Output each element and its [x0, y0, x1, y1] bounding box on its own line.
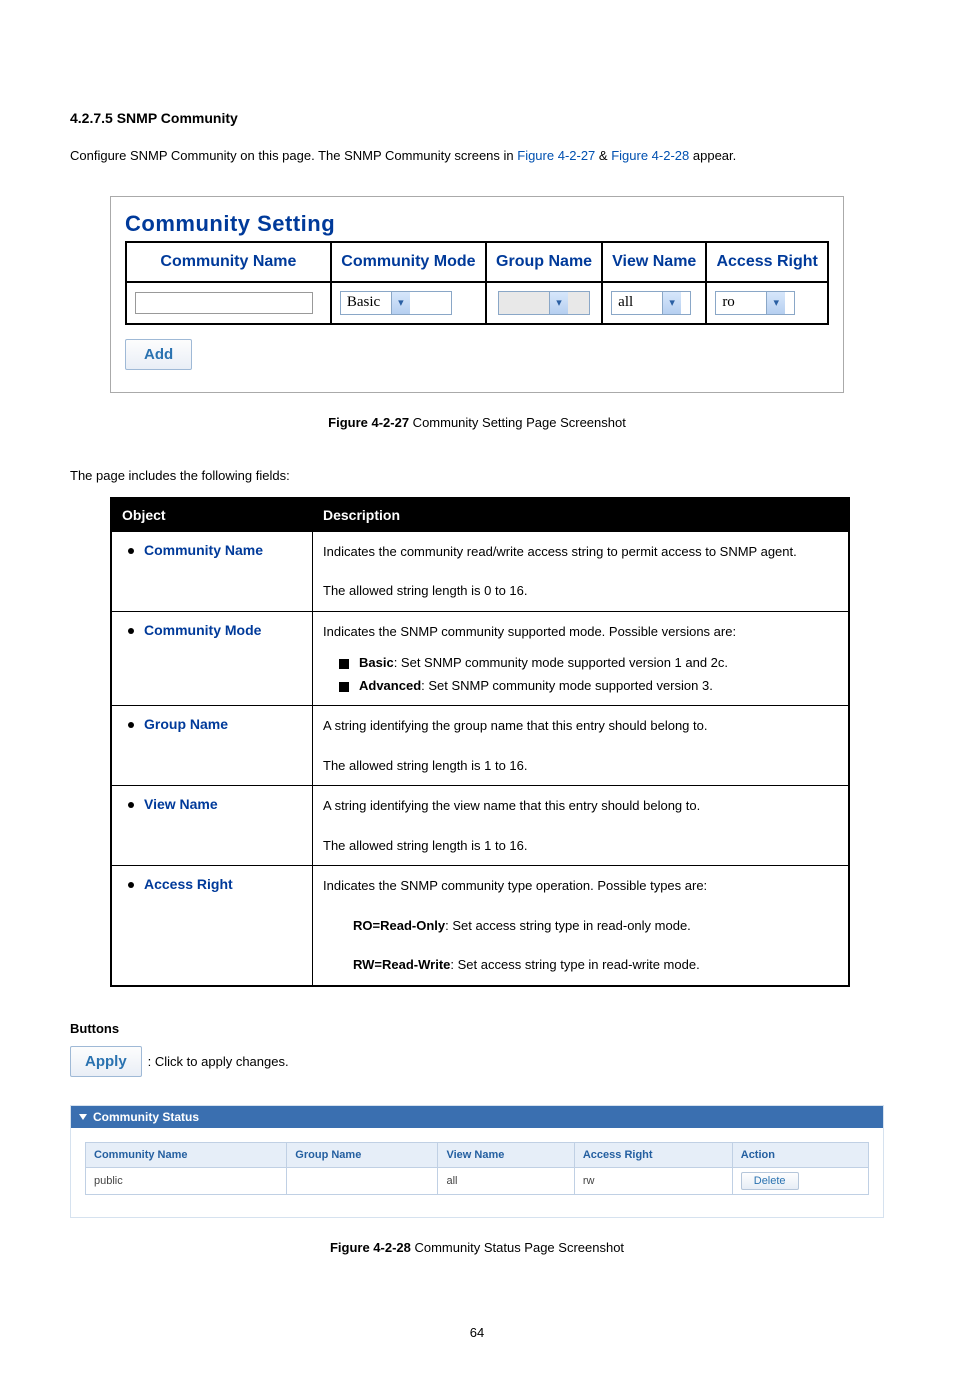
status-panel-header[interactable]: Community Status — [71, 1106, 883, 1128]
apply-desc: : Click to apply changes. — [148, 1054, 289, 1069]
chevron-down-icon: ▾ — [391, 292, 410, 314]
desc-subitem: RO=Read-Only: Set access string type in … — [313, 906, 848, 946]
desc-text: The allowed string length is 1 to 16. — [313, 746, 848, 786]
chevron-down-icon: ▾ — [662, 292, 681, 314]
chevron-down-icon: ▾ — [766, 292, 785, 314]
obj-group-name: Group Name — [112, 706, 312, 742]
view-name-select[interactable]: all ▾ — [611, 291, 691, 315]
community-setting-form-table: Community Name Community Mode Group Name… — [125, 241, 829, 325]
bullet-icon — [128, 882, 134, 888]
desc-text: A string identifying the view name that … — [313, 786, 848, 826]
square-bullet-icon — [339, 682, 349, 692]
square-bullet-icon — [339, 659, 349, 669]
community-status-screenshot: Community Status Community Name Group Na… — [70, 1105, 884, 1218]
intro-text-after: appear. — [693, 148, 736, 163]
cell-group — [287, 1167, 438, 1194]
community-setting-screenshot: Community Setting Community Name Communi… — [110, 196, 844, 393]
desc-subitem: Advanced: Set SNMP community mode suppor… — [313, 674, 848, 705]
community-mode-select[interactable]: Basic ▾ — [340, 291, 452, 315]
community-name-input[interactable] — [135, 292, 313, 314]
desc-text: Indicates the community read/write acces… — [313, 532, 848, 572]
group-name-select[interactable]: ▾ — [498, 291, 590, 315]
fields-lead: The page includes the following fields: — [70, 468, 884, 483]
add-button[interactable]: Add — [125, 339, 192, 370]
desc-bold: Basic — [359, 655, 394, 670]
obj-label: Community Name — [144, 542, 263, 558]
page-number: 64 — [70, 1325, 884, 1340]
desc-text: The allowed string length is 0 to 16. — [313, 571, 848, 611]
desc-bold: Advanced — [359, 678, 421, 693]
stat-col-name: Community Name — [86, 1142, 287, 1167]
figure-link-1[interactable]: Figure 4-2-27 — [517, 148, 595, 163]
figure-caption-2: Figure 4-2-28 Community Status Page Scre… — [70, 1240, 884, 1255]
access-right-select[interactable]: ro ▾ — [715, 291, 795, 315]
stat-col-action: Action — [732, 1142, 868, 1167]
desc-rest: : Set access string type in read-only mo… — [445, 918, 691, 933]
disclosure-triangle-icon — [79, 1114, 87, 1120]
desc-text: Indicates the SNMP community type operat… — [313, 866, 848, 906]
view-name-value: all — [612, 294, 662, 311]
desc-subitem: Basic: Set SNMP community mode supported… — [313, 651, 848, 674]
buttons-heading: Buttons — [70, 1021, 884, 1036]
obj-label: Group Name — [144, 716, 228, 732]
objhead-object: Object — [111, 498, 313, 532]
objhead-desc: Description — [313, 498, 850, 532]
apply-button[interactable]: Apply — [70, 1046, 142, 1077]
desc-subitem: RW=Read-Write: Set access string type in… — [313, 945, 848, 985]
intro-text: Configure SNMP Community on this page. T… — [70, 148, 517, 163]
obj-label: Community Mode — [144, 622, 261, 638]
bullet-icon — [128, 802, 134, 808]
figure-link-2[interactable]: Figure 4-2-28 — [611, 148, 689, 163]
stat-col-access: Access Right — [574, 1142, 732, 1167]
obj-community-name: Community Name — [112, 532, 312, 568]
community-status-table: Community Name Group Name View Name Acce… — [85, 1142, 869, 1195]
stat-col-group: Group Name — [287, 1142, 438, 1167]
desc-text: The allowed string length is 1 to 16. — [313, 826, 848, 866]
bullet-icon — [128, 722, 134, 728]
figcap1-bold: Figure 4-2-27 — [328, 415, 409, 430]
col-view-name: View Name — [602, 242, 706, 282]
obj-view-name: View Name — [112, 786, 312, 822]
table-row: public all rw Delete — [86, 1167, 869, 1194]
obj-community-mode: Community Mode — [112, 612, 312, 648]
apply-row: Apply : Click to apply changes. — [70, 1046, 884, 1077]
bullet-icon — [128, 548, 134, 554]
figure-caption-1: Figure 4-2-27 Community Setting Page Scr… — [70, 415, 884, 430]
figcap2-bold: Figure 4-2-28 — [330, 1240, 411, 1255]
col-access-right: Access Right — [706, 242, 828, 282]
stat-col-view: View Name — [438, 1142, 574, 1167]
desc-text: A string identifying the group name that… — [313, 706, 848, 746]
desc-rest: : Set SNMP community mode supported vers… — [394, 655, 728, 670]
cell-access: rw — [574, 1167, 732, 1194]
section-title-text: SNMP Community — [117, 110, 238, 126]
desc-text: Indicates the SNMP community supported m… — [313, 612, 848, 652]
figcap1-rest: Community Setting Page Screenshot — [409, 415, 626, 430]
desc-rest: : Set SNMP community mode supported vers… — [421, 678, 713, 693]
desc-rest: : Set access string type in read-write m… — [450, 957, 699, 972]
community-mode-value: Basic — [341, 294, 391, 311]
cell-view: all — [438, 1167, 574, 1194]
access-right-value: ro — [716, 294, 766, 311]
desc-bold: RW=Read-Write — [353, 957, 450, 972]
obj-label: Access Right — [144, 876, 233, 892]
intro-paragraph: Configure SNMP Community on this page. T… — [70, 146, 884, 166]
col-group-name: Group Name — [486, 242, 602, 282]
panel-title: Community Setting — [125, 211, 829, 237]
col-community-mode: Community Mode — [331, 242, 486, 282]
obj-access-right: Access Right — [112, 866, 312, 902]
obj-label: View Name — [144, 796, 218, 812]
figcap2-rest: Community Status Page Screenshot — [411, 1240, 624, 1255]
desc-bold: RO=Read-Only — [353, 918, 445, 933]
delete-button[interactable]: Delete — [741, 1172, 799, 1190]
intro-amp: & — [599, 148, 611, 163]
section-number: 4.2.7.5 — [70, 110, 113, 126]
col-community-name: Community Name — [126, 242, 331, 282]
status-panel-title: Community Status — [93, 1110, 199, 1124]
cell-name: public — [86, 1167, 287, 1194]
section-heading: 4.2.7.5 SNMP Community — [70, 110, 884, 126]
bullet-icon — [128, 628, 134, 634]
chevron-down-icon: ▾ — [549, 292, 568, 314]
object-description-table: Object Description Community Name Indica… — [110, 497, 850, 987]
